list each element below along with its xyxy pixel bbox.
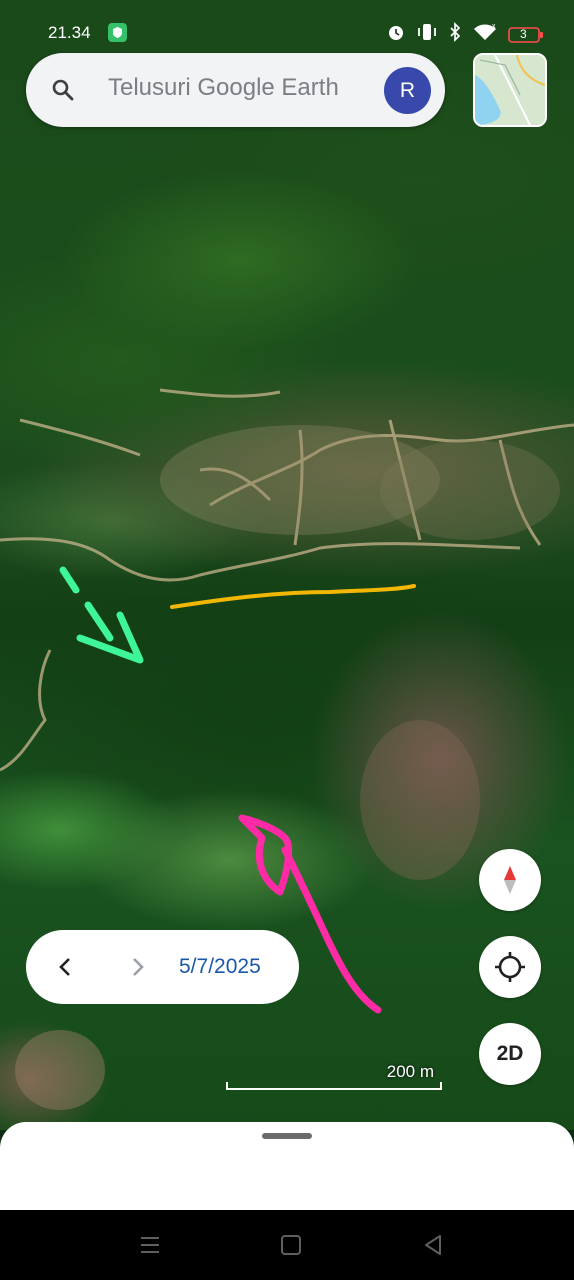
back-button[interactable]: [420, 1232, 446, 1258]
search-bar[interactable]: Telusuri Google Earth R: [26, 53, 445, 127]
drag-handle[interactable]: [262, 1133, 312, 1139]
shield-icon: [108, 23, 127, 42]
bottom-sheet[interactable]: [0, 1122, 574, 1210]
compass-icon: [504, 866, 516, 894]
status-time: 21.34: [48, 23, 91, 42]
battery-icon: 3: [508, 26, 544, 44]
scale-bar: 200 m: [226, 1062, 444, 1092]
svg-text:x: x: [492, 23, 496, 30]
scale-label: 200 m: [386, 1062, 434, 1081]
timeline-control: 5/7/2025: [26, 930, 299, 1004]
map-layer-button[interactable]: [473, 53, 547, 127]
map-thumbnail-icon: [475, 55, 545, 125]
imagery-date[interactable]: 5/7/2025: [179, 955, 261, 979]
bluetooth-icon: [448, 21, 462, 47]
square-icon: [281, 1235, 301, 1255]
search-input[interactable]: Telusuri Google Earth: [108, 74, 339, 102]
avatar[interactable]: R: [384, 67, 431, 114]
battery-level: 3: [520, 26, 527, 41]
chevron-left-icon: [59, 958, 70, 976]
home-button[interactable]: [278, 1232, 304, 1258]
crosshair-icon: [495, 952, 525, 982]
wifi-icon: x: [472, 22, 498, 47]
previous-date-button[interactable]: [50, 952, 80, 982]
back-triangle-icon: [425, 1235, 441, 1255]
my-location-button[interactable]: [479, 936, 541, 998]
system-nav-bar: [0, 1210, 574, 1280]
compass-button[interactable]: [479, 849, 541, 911]
chevron-right-icon: [133, 958, 144, 976]
alarm-icon: [386, 22, 406, 47]
scale-ruler: [226, 1082, 442, 1090]
menu-icon: [141, 1237, 159, 1253]
green-arrow: [59, 566, 144, 664]
2d-toggle-button[interactable]: 2D: [479, 1023, 541, 1085]
avatar-letter: R: [399, 78, 416, 102]
search-icon[interactable]: [51, 78, 75, 107]
status-icons: x 3: [386, 21, 544, 47]
vibrate-icon: [416, 22, 438, 47]
next-date-button[interactable]: [123, 952, 153, 982]
recent-apps-button[interactable]: [137, 1232, 163, 1258]
yellow-line: [170, 584, 416, 609]
